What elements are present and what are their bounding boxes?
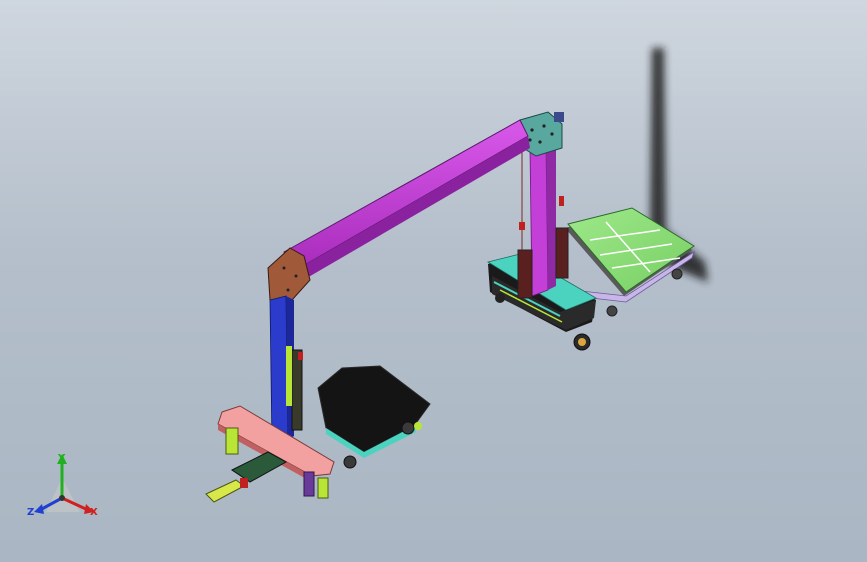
left-black-platform[interactable] <box>317 365 431 469</box>
cad-model-view[interactable]: Y X Z <box>0 0 867 562</box>
coordinate-triad: Y X Z <box>27 453 98 518</box>
cad-viewport[interactable]: Y X Z <box>0 0 867 562</box>
left-column[interactable] <box>269 295 303 445</box>
main-boom-beam[interactable] <box>283 119 530 282</box>
left-base[interactable] <box>205 405 335 503</box>
top-left-joint[interactable] <box>267 247 311 301</box>
right-column[interactable] <box>517 140 569 299</box>
z-axis-label: Z <box>27 507 34 518</box>
y-axis-label: Y <box>57 453 66 464</box>
x-axis-label: X <box>90 507 98 518</box>
